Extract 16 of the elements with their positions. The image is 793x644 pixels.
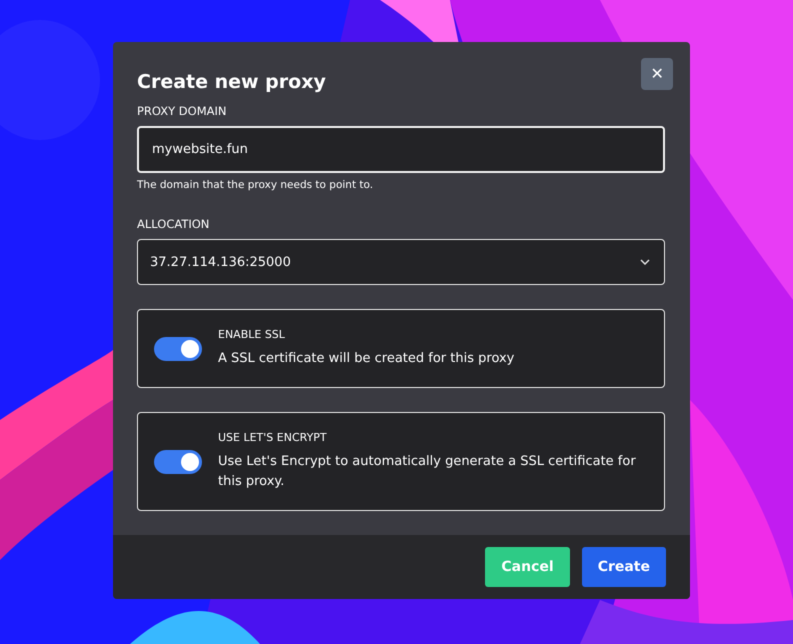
chevron-down-icon (640, 259, 650, 265)
domain-input-field[interactable]: mywebsite.fun (137, 126, 665, 173)
dialog-title: Create new proxy (137, 70, 326, 94)
create-button[interactable]: Create (582, 547, 666, 587)
option-label: USE LET'S ENCRYPT (218, 431, 328, 444)
close-button[interactable]: ✕ (641, 58, 673, 90)
help-text: The domain that the proxy needs to point to. (137, 179, 374, 191)
allocation-dropdown[interactable]: 37.27.114.136:25000 (137, 239, 665, 285)
field-label: ALLOCATION (137, 217, 210, 231)
toggle-switch[interactable] (154, 336, 202, 360)
option-label: ENABLE SSL (218, 328, 286, 341)
option-description: A SSL certificate will be created for this proxy (218, 350, 514, 368)
dropdown-value: 37.27.114.136:25000 (150, 254, 291, 270)
toggle-switch[interactable] (154, 450, 202, 474)
field-label: PROXY DOMAIN (137, 104, 228, 118)
option-description: Use Let's Encrypt to automatically generate a SSL certificate for this proxy. (218, 453, 637, 491)
